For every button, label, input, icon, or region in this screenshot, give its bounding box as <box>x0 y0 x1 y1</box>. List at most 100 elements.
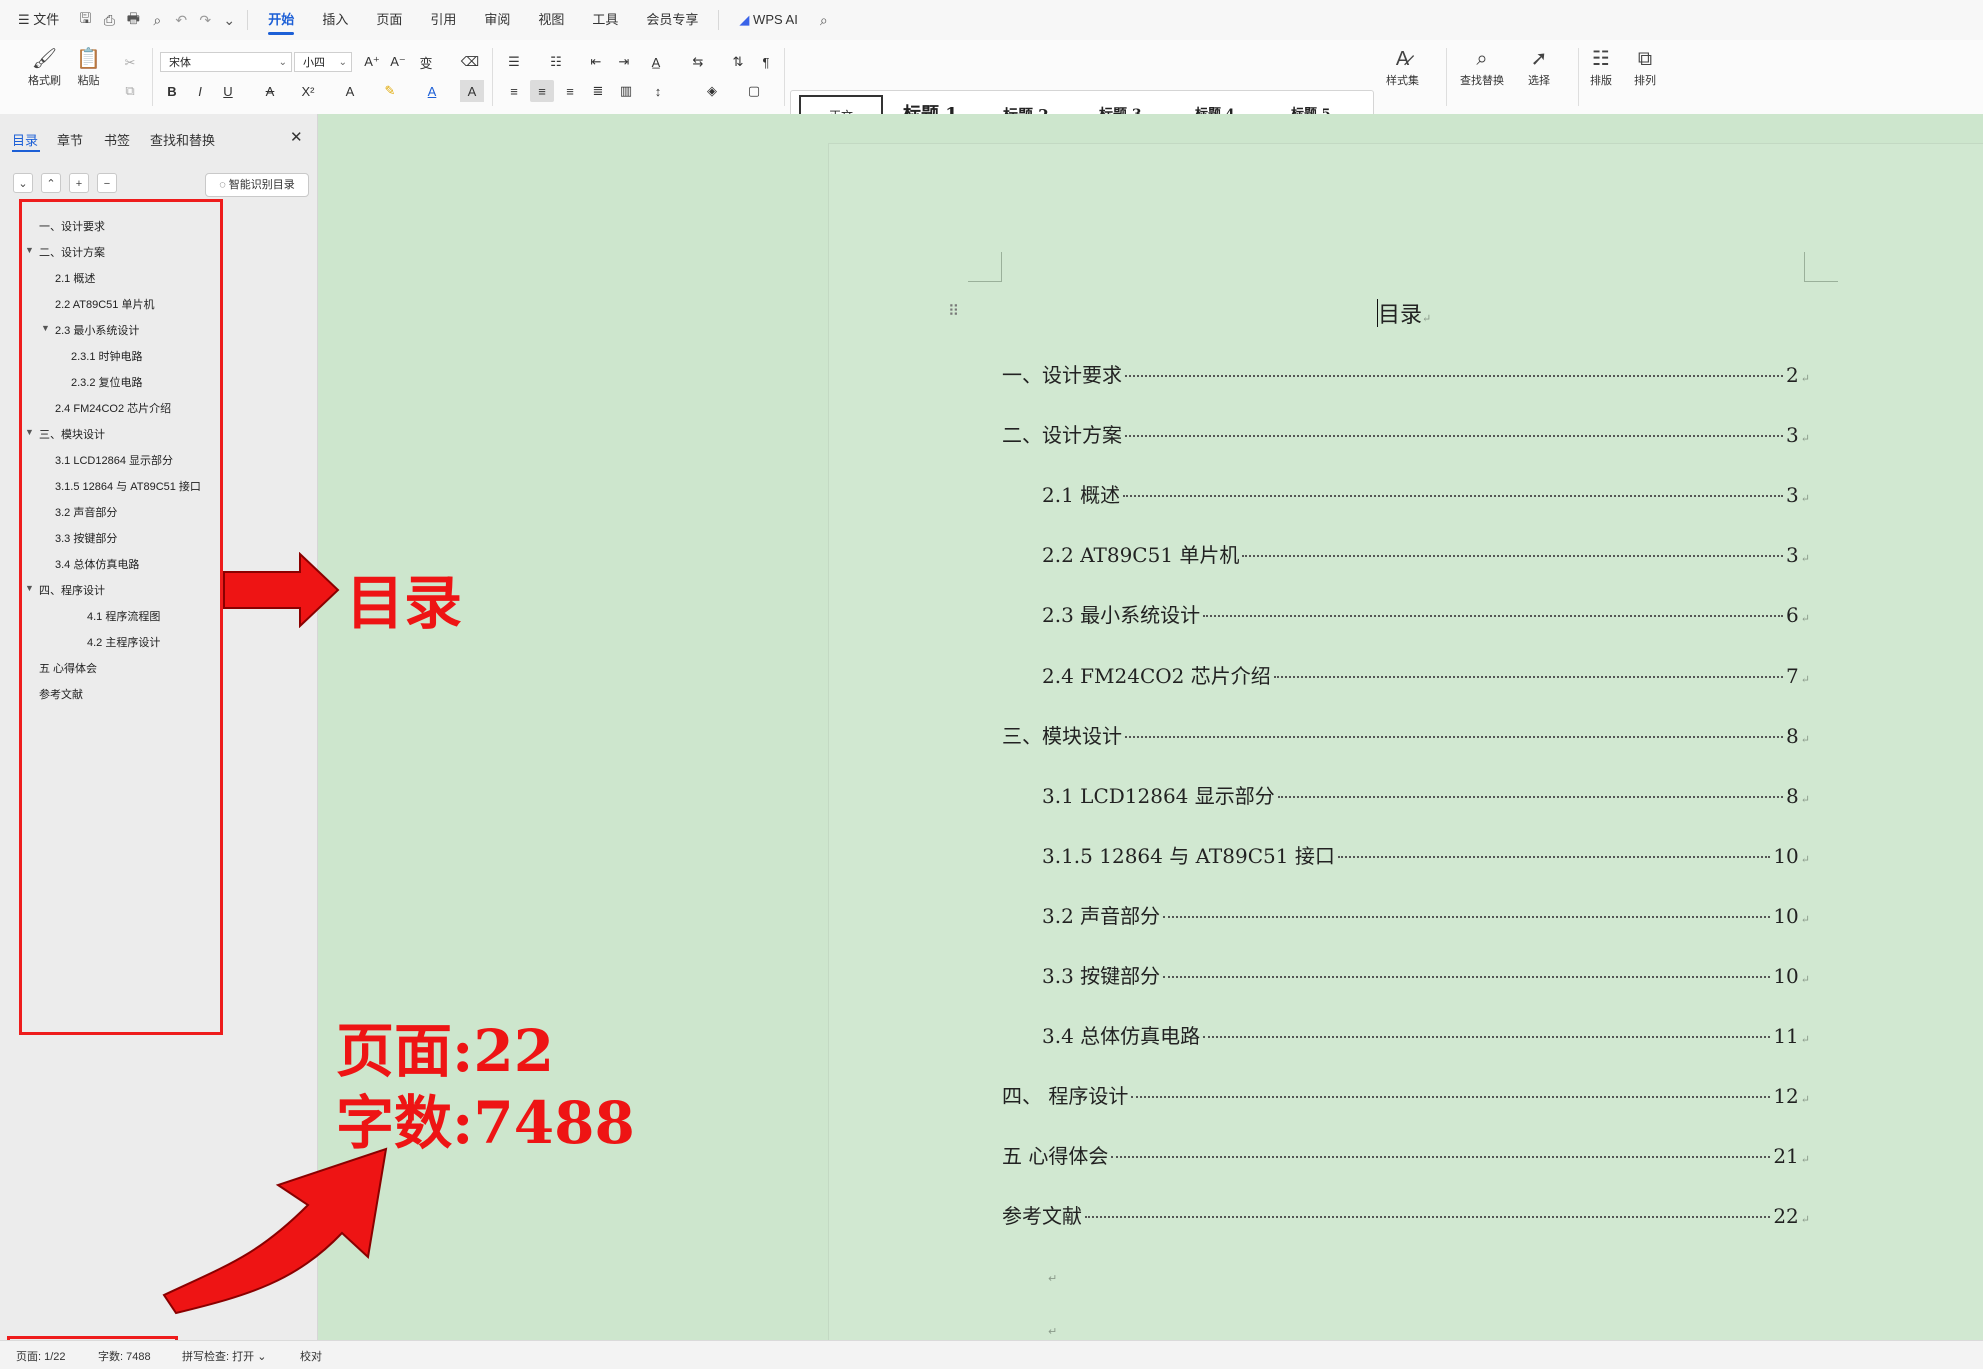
paragraph-mark: ↵ <box>1048 1326 1058 1338</box>
toc-entry[interactable]: 参考文献 22 ↵ <box>1002 1200 1810 1230</box>
layout-button[interactable]: ☷ 排版 <box>1590 46 1612 88</box>
format-painter-button[interactable]: 🖌 格式刷 <box>28 46 61 88</box>
nav-tab-toc[interactable]: 目录 <box>12 130 38 149</box>
font-size-select[interactable]: 小四 ⌄ <box>294 52 352 72</box>
font-color-icon[interactable]: A <box>420 80 444 102</box>
tab-insert[interactable]: 插入 <box>308 0 362 40</box>
paste-button[interactable]: 📋 粘贴 <box>76 46 101 88</box>
nav-tab-chapters[interactable]: 章节 <box>57 130 83 149</box>
line-spacing-icon[interactable]: ↕ <box>646 80 670 102</box>
border-icon[interactable]: ▢ <box>742 80 766 102</box>
copy-icon[interactable]: ⧉ <box>118 80 142 102</box>
toc-entry[interactable]: 3.1 LCD12864 显示部分 8 ↵ <box>1042 780 1810 810</box>
tab-member[interactable]: 会员专享 <box>632 0 712 40</box>
select-button[interactable]: ➚ 选择 <box>1528 46 1550 88</box>
tab-home[interactable]: 开始 <box>254 0 308 40</box>
cut-icon[interactable]: ✂ <box>118 52 142 74</box>
toc-entry-page: 11 <box>1773 1024 1799 1048</box>
toc-entry[interactable]: 2.1 概述 3 ↵ <box>1042 479 1810 509</box>
toc-entry-label: 3.1.5 12864 与 AT89C51 接口 <box>1042 844 1335 868</box>
show-marks-icon[interactable]: ¶ <box>754 51 778 73</box>
add-heading-button[interactable]: + <box>69 173 89 193</box>
toc-entry[interactable]: 三、模块设计 8 ↵ <box>1002 720 1810 750</box>
file-menu-label: 文件 <box>33 12 60 27</box>
char-shading-icon[interactable]: A <box>460 80 484 102</box>
word-count[interactable]: 字数: 7488 <box>98 1348 151 1364</box>
paragraph-mark: ↵ <box>1800 1213 1810 1226</box>
toc-entry-page: 22 <box>1773 1204 1799 1228</box>
superscript-icon[interactable]: X² <box>296 80 320 102</box>
text-effect-icon[interactable]: A <box>338 80 362 102</box>
underline-icon[interactable]: U <box>216 80 240 102</box>
clear-format-icon[interactable]: ⌫ <box>458 51 482 73</box>
nav-tab-find-replace[interactable]: 查找和替换 <box>150 130 215 149</box>
search-icon[interactable]: ⌕ <box>812 0 836 40</box>
page-counter[interactable]: 页面: 1/22 <box>16 1348 66 1364</box>
toc-highlight-box <box>19 199 223 1035</box>
print-preview-icon[interactable]: ⌕ <box>145 0 169 40</box>
remove-heading-button[interactable]: − <box>97 173 117 193</box>
font-name-select[interactable]: 宋体 ⌄ <box>160 52 292 72</box>
tab-tools[interactable]: 工具 <box>578 0 632 40</box>
align-left-icon[interactable]: ≡ <box>502 80 526 102</box>
toc-entry[interactable]: 3.3 按键部分 10 ↵ <box>1042 960 1810 990</box>
strikethrough-icon[interactable]: A <box>258 80 282 102</box>
drag-handle-icon[interactable]: ⠿ <box>948 302 959 320</box>
quick-access-dropdown-icon[interactable]: ⌄ <box>217 0 241 40</box>
paragraph-mark: ↵ <box>1800 432 1810 445</box>
smart-toc-button[interactable]: ◌ 智能识别目录 <box>205 173 309 197</box>
redo-icon[interactable]: ↷ <box>193 0 217 40</box>
proofread-button[interactable]: 校对 <box>300 1348 322 1364</box>
sort-icon[interactable]: ⇅ <box>726 51 750 73</box>
undo-icon[interactable]: ↶ <box>169 0 193 40</box>
numbered-list-icon[interactable]: ☷ <box>544 51 568 73</box>
print-icon[interactable]: 🖶 <box>121 0 145 40</box>
nav-tab-bookmarks[interactable]: 书签 <box>104 130 130 149</box>
ribbon: 🖌 格式刷 📋 粘贴 ✂ ⧉ 宋体 ⌄ 小四 ⌄ A⁺ A⁻ 变 ⌫ B I U A… <box>0 40 1983 142</box>
bullet-list-icon[interactable]: ☰ <box>502 51 526 73</box>
collapse-all-button[interactable]: ⌄ <box>13 173 33 193</box>
increase-indent-icon[interactable]: ⇥ <box>612 51 636 73</box>
spell-check-toggle[interactable]: 拼写检查: 打开 ⌄ <box>182 1348 266 1364</box>
tab-page[interactable]: 页面 <box>362 0 416 40</box>
distribute-icon[interactable]: ▥ <box>614 80 638 102</box>
justify-icon[interactable]: ≣ <box>586 80 610 102</box>
align-right-icon[interactable]: ≡ <box>558 80 582 102</box>
paste-label: 粘贴 <box>77 75 100 87</box>
toc-entry[interactable]: 3.2 声音部分 10 ↵ <box>1042 900 1810 930</box>
grow-font-icon[interactable]: A⁺ <box>360 51 384 73</box>
file-menu[interactable]: ☰ 文件 <box>0 0 73 40</box>
toc-entry[interactable]: 五 心得体会 21 ↵ <box>1002 1140 1810 1170</box>
document-title-text: 目录 <box>1378 303 1423 328</box>
decrease-indent-icon[interactable]: ⇤ <box>584 51 608 73</box>
shading-icon[interactable]: ◈ <box>700 80 724 102</box>
tab-references[interactable]: 引用 <box>416 0 470 40</box>
toc-entry[interactable]: 3.4 总体仿真电路 11 ↵ <box>1042 1020 1810 1050</box>
chinese-layout-icon[interactable]: A̲ <box>644 51 668 73</box>
phonetic-guide-icon[interactable]: 变 <box>414 51 438 73</box>
italic-icon[interactable]: I <box>188 80 212 102</box>
style-set-button[interactable]: A̷ 样式集 <box>1386 46 1419 88</box>
output-icon[interactable]: ⎙ <box>97 0 121 40</box>
toc-entry[interactable]: 四、 程序设计 12 ↵ <box>1002 1080 1810 1110</box>
close-icon[interactable]: ✕ <box>290 128 303 146</box>
arrange-button[interactable]: ⧉ 排列 <box>1634 46 1656 88</box>
expand-up-button[interactable]: ⌃ <box>41 173 61 193</box>
toc-entry[interactable]: 一、设计要求 2 ↵ <box>1002 359 1810 389</box>
toc-leader <box>1123 495 1784 497</box>
highlight-icon[interactable]: ✎ <box>378 80 402 102</box>
align-center-icon[interactable]: ≡ <box>530 80 554 102</box>
toc-entry[interactable]: 2.3 最小系统设计 6 ↵ <box>1042 599 1810 629</box>
shrink-font-icon[interactable]: A⁻ <box>386 51 410 73</box>
bold-icon[interactable]: B <box>160 80 184 102</box>
toc-entry[interactable]: 3.1.5 12864 与 AT89C51 接口 10 ↵ <box>1042 840 1810 870</box>
toc-entry[interactable]: 2.4 FM24CO2 芯片介绍 7 ↵ <box>1042 660 1810 690</box>
toc-entry[interactable]: 2.2 AT89C51 单片机 3 ↵ <box>1042 539 1810 569</box>
tab-review[interactable]: 审阅 <box>470 0 524 40</box>
save-icon[interactable]: 🖫 <box>73 0 97 40</box>
wps-ai-button[interactable]: ◢ WPS AI <box>725 0 811 40</box>
text-direction-icon[interactable]: ⇆ <box>686 51 710 73</box>
toc-entry[interactable]: 二、设计方案 3 ↵ <box>1002 419 1810 449</box>
find-replace-button[interactable]: ⌕ 查找替换 <box>1460 46 1504 88</box>
tab-view[interactable]: 视图 <box>524 0 578 40</box>
